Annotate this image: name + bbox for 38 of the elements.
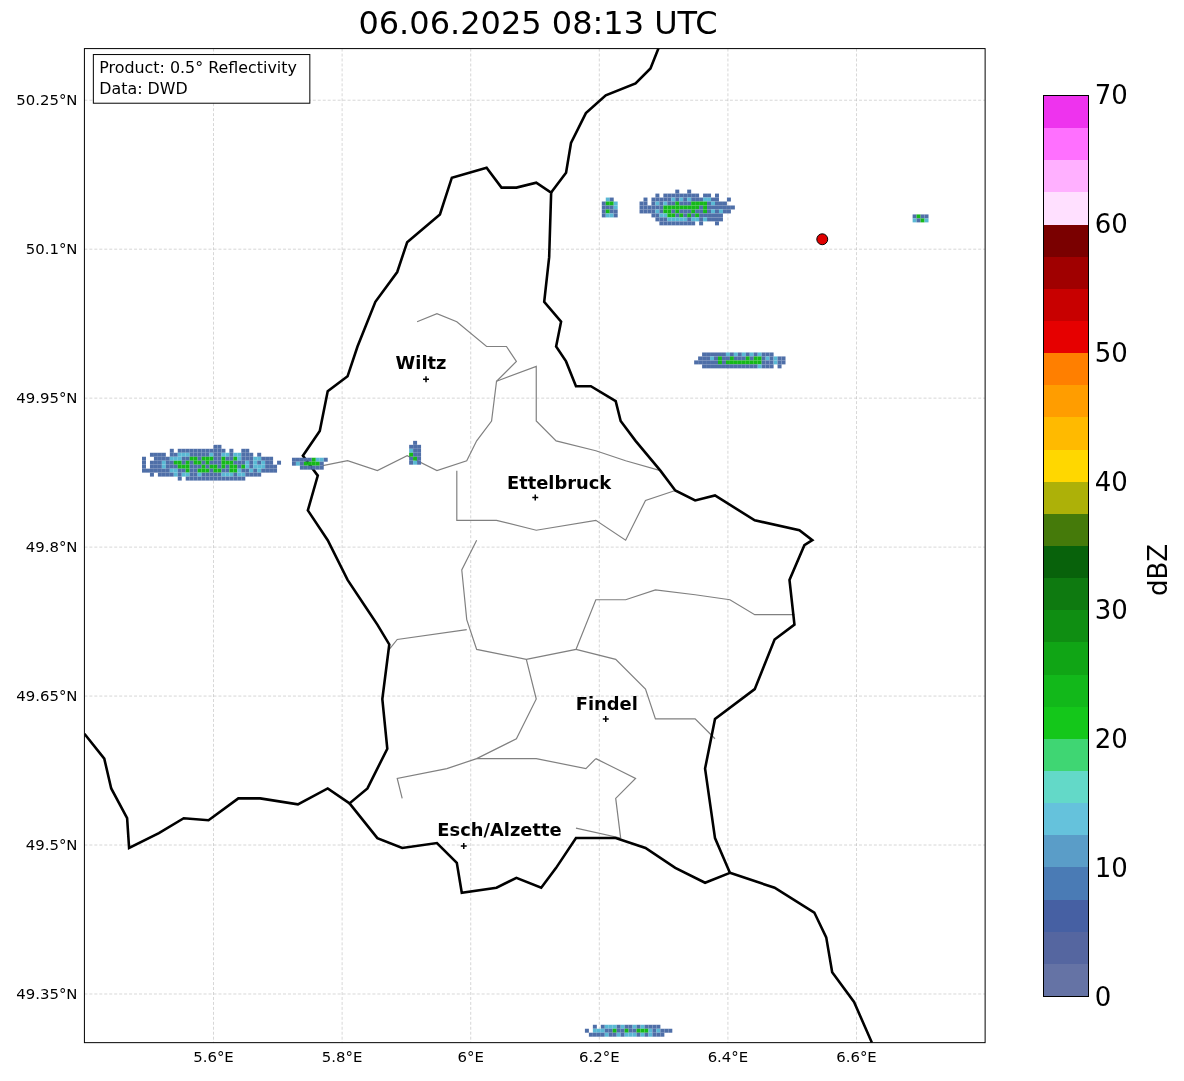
longitude-label: 5.8°E	[321, 1048, 363, 1067]
colorbar-tick-label: 50	[1094, 338, 1128, 367]
colorbar-tick-label: 30	[1094, 596, 1128, 625]
city-marker-icon	[531, 493, 539, 502]
radar-site-marker	[816, 233, 829, 246]
radar-echo	[409, 440, 422, 465]
longitude-label: 5.6°E	[193, 1048, 234, 1067]
colorbar-tick-label: 20	[1094, 725, 1128, 754]
city-label: Esch/Alzette	[437, 819, 562, 841]
latitude-label: 49.8°N	[25, 538, 78, 557]
latitude-label: 49.5°N	[25, 836, 78, 854]
city-label: Wiltz	[395, 352, 447, 374]
latitude-label: 49.35°N	[16, 984, 78, 1003]
colorbar-tick-label: 10	[1094, 854, 1128, 883]
radar-echo	[291, 457, 328, 470]
longitude-label: 6.2°E	[579, 1048, 620, 1067]
radar-echo	[601, 197, 618, 218]
colorbar-label: dBZ	[1142, 543, 1173, 597]
latitude-label: 49.65°N	[16, 687, 78, 706]
city-label: Ettelbruck	[506, 471, 612, 493]
city-label: Findel	[575, 692, 638, 714]
colorbar-tick-label: 70	[1094, 81, 1128, 109]
info-text: Data: DWD	[99, 79, 188, 99]
latitude-label: 50.1°N	[25, 240, 78, 259]
city-marker-icon	[602, 715, 610, 723]
longitude-label: 6.6°E	[836, 1048, 877, 1067]
colorbar-tick-label: 0	[1094, 982, 1113, 1011]
city-marker-icon	[422, 375, 430, 383]
radar-echo	[912, 214, 929, 223]
colorbar-tick-label: 40	[1094, 467, 1128, 496]
latitude-label: 49.95°N	[16, 389, 78, 408]
latitude-label: 50.25°N	[16, 91, 78, 110]
chart-title: 06.06.2025 08:13 UTC	[357, 2, 719, 44]
colorbar-tick-label: 60	[1094, 209, 1128, 238]
info-text: Product: 0.5° Reflectivity	[99, 58, 297, 78]
longitude-label: 6°E	[457, 1048, 484, 1067]
longitude-label: 6.4°E	[707, 1048, 749, 1067]
city-marker-icon	[460, 842, 468, 850]
